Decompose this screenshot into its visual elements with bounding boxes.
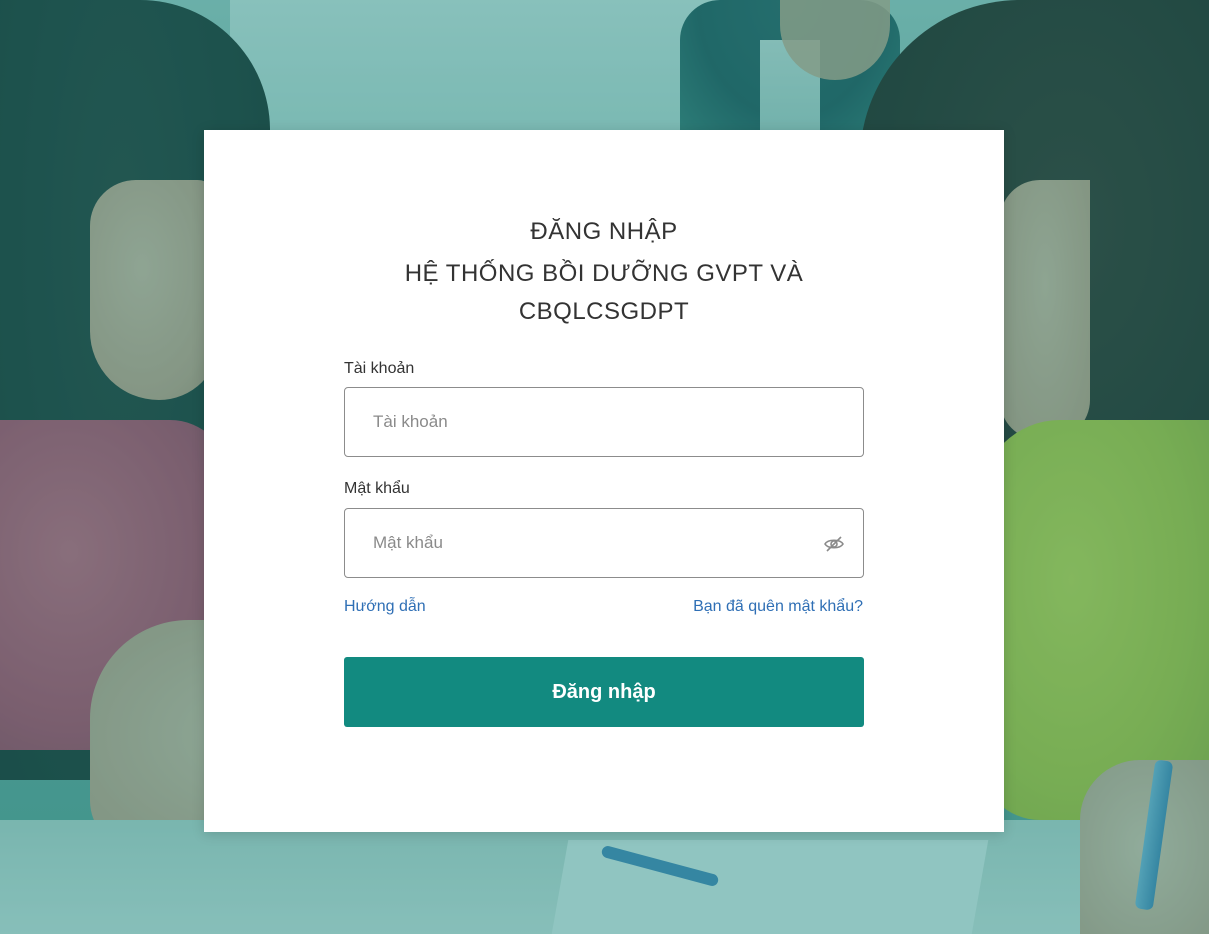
password-label: Mật khẩu bbox=[344, 480, 410, 497]
password-input[interactable] bbox=[373, 509, 813, 577]
username-field-box bbox=[344, 387, 864, 457]
system-title-line1: HỆ THỐNG BỒI DƯỠNG GVPT VÀ bbox=[404, 260, 804, 287]
guide-link[interactable]: Hướng dẫn bbox=[344, 598, 426, 616]
username-label: Tài khoản bbox=[344, 360, 415, 377]
username-input[interactable] bbox=[373, 388, 813, 456]
login-page: ĐĂNG NHẬP HỆ THỐNG BỒI DƯỠNG GVPT VÀ CBQ… bbox=[0, 0, 1209, 934]
password-field-box bbox=[344, 508, 864, 578]
eye-slash-icon[interactable] bbox=[823, 533, 845, 555]
login-button[interactable]: Đăng nhập bbox=[344, 657, 864, 727]
system-title-line2: CBQLCSGDPT bbox=[518, 298, 690, 325]
login-card: ĐĂNG NHẬP HỆ THỐNG BỒI DƯỠNG GVPT VÀ CBQ… bbox=[204, 130, 1004, 832]
forgot-password-link[interactable]: Bạn đã quên mật khẩu? bbox=[693, 598, 863, 616]
login-title: ĐĂNG NHẬP bbox=[530, 218, 678, 245]
